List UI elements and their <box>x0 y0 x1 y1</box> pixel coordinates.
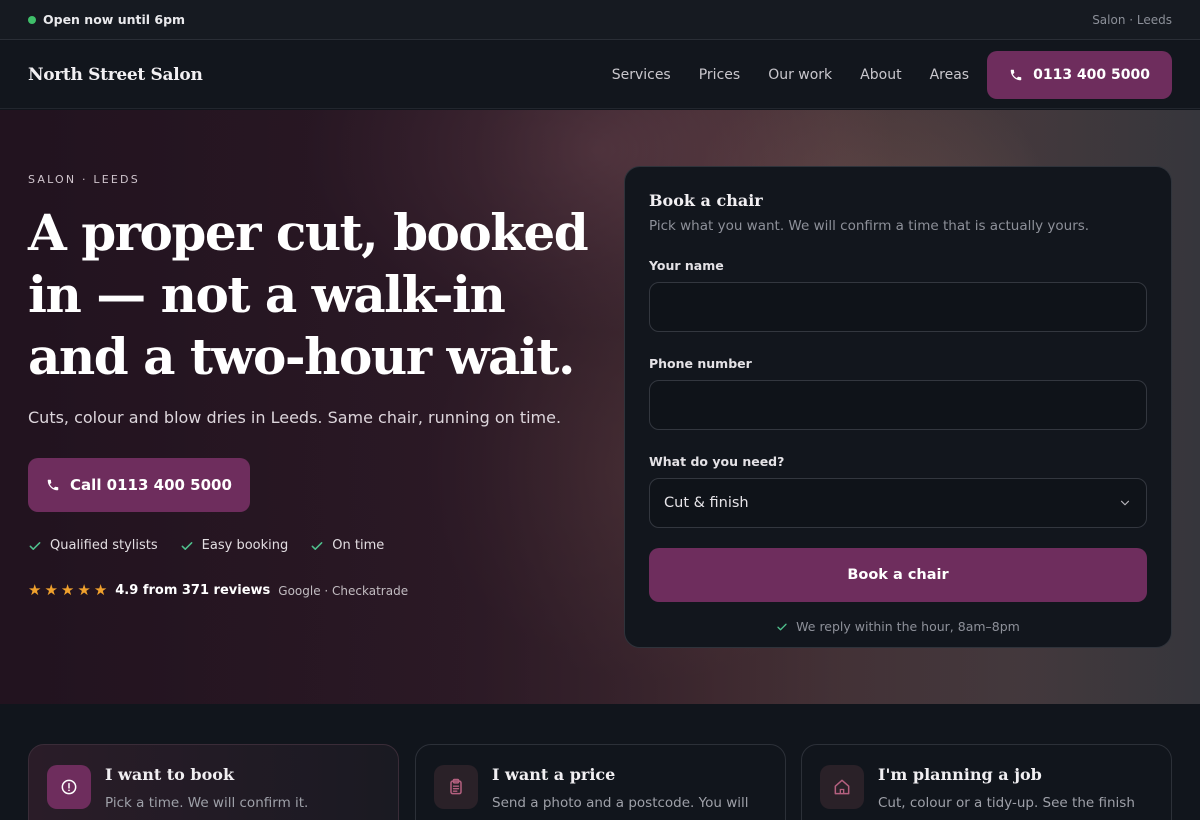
reviews-summary: ★ ★ ★ ★ ★ 4.9 from 371 reviews Google · … <box>28 583 409 599</box>
hero-call-label: Call 0113 400 5000 <box>70 476 232 494</box>
phone-icon <box>47 479 59 491</box>
check-icon <box>777 623 787 630</box>
phone-icon <box>1010 69 1022 80</box>
hero-call-button[interactable]: Call 0113 400 5000 <box>28 458 250 512</box>
card-title: I want a price <box>492 765 616 784</box>
hero-headline: A proper cut, booked in — not a walk-in … <box>28 203 589 386</box>
hero-eyebrow: SALON · LEEDS <box>28 173 140 186</box>
card-description: Pick a time. We will confirm it. <box>105 795 309 811</box>
check-label: On time <box>332 538 385 553</box>
star-icon: ★ <box>60 581 75 599</box>
star-icon: ★ <box>77 581 91 599</box>
card-want-price[interactable]: I want a price Send a photo and a postco… <box>415 744 786 820</box>
star-icon: ★ <box>44 581 58 599</box>
clipboard-icon <box>434 765 478 809</box>
card-planning-job[interactable]: I'm planning a job Cut, colour or a tidy… <box>801 744 1172 820</box>
service-select[interactable]: Cut & finish <box>649 478 1147 528</box>
chevron-down-icon <box>1120 500 1130 506</box>
form-subtitle: Pick what you want. We will confirm a ti… <box>649 218 1090 234</box>
check-icon <box>29 541 41 550</box>
book-chair-button[interactable]: Book a chair <box>649 548 1147 602</box>
phone-label: Phone number <box>649 356 752 371</box>
check-icon <box>181 541 193 550</box>
nav-link-prices[interactable]: Prices <box>699 67 740 83</box>
check-icon <box>311 541 323 550</box>
check-item: Qualified stylists <box>28 538 158 553</box>
open-status: Open now until 6pm <box>28 12 185 27</box>
top-status-bar: Open now until 6pm Salon · Leeds <box>0 0 1200 40</box>
check-item: On time <box>310 538 384 553</box>
main-navbar: North Street Salon Services Prices Our w… <box>0 41 1200 109</box>
service-select-value: Cut & finish <box>664 495 749 511</box>
intent-cards-section: I want to book Pick a time. We will conf… <box>0 704 1200 820</box>
open-status-text: Open now until 6pm <box>43 12 186 27</box>
trust-checks: Qualified stylists Easy booking On time <box>28 538 384 553</box>
home-icon <box>820 765 864 809</box>
name-label: Your name <box>649 258 724 273</box>
alert-circle-icon <box>47 765 91 809</box>
star-icon: ★ <box>93 581 108 599</box>
need-label: What do you need? <box>649 454 785 469</box>
reply-note: We reply within the hour, 8am–8pm <box>649 619 1147 634</box>
card-title: I'm planning a job <box>878 765 1042 784</box>
location-label: Salon · Leeds <box>1092 12 1172 27</box>
nav-menu: Services Prices Our work About Areas 011… <box>612 50 1172 99</box>
card-description: Send a photo and a postcode. You will <box>492 795 749 811</box>
nav-link-about[interactable]: About <box>860 67 901 83</box>
nav-link-our-work[interactable]: Our work <box>768 67 832 83</box>
status-dot-icon <box>28 15 36 24</box>
rating-text: 4.9 from 371 reviews <box>115 583 271 598</box>
phone-input[interactable] <box>649 380 1147 430</box>
nav-link-services[interactable]: Services <box>612 67 671 83</box>
rating-sources: Google · Checkatrade <box>278 583 409 598</box>
form-title: Book a chair <box>649 191 763 210</box>
reply-note-text: We reply within the hour, 8am–8pm <box>796 619 1020 634</box>
card-title: I want to book <box>105 765 235 784</box>
check-label: Qualified stylists <box>50 538 158 553</box>
brand-logo[interactable]: North Street Salon <box>28 65 203 85</box>
booking-form: Book a chair Pick what you want. We will… <box>624 166 1172 648</box>
hero-section: SALON · LEEDS A proper cut, booked in — … <box>0 110 1200 704</box>
card-want-to-book[interactable]: I want to book Pick a time. We will conf… <box>28 744 399 820</box>
star-rating: ★ ★ ★ ★ ★ <box>28 583 107 598</box>
nav-link-areas[interactable]: Areas <box>930 67 970 83</box>
check-item: Easy booking <box>180 538 289 553</box>
name-input[interactable] <box>649 282 1147 332</box>
card-description: Cut, colour or a tidy-up. See the finish <box>878 795 1135 811</box>
nav-call-button[interactable]: 0113 400 5000 <box>987 50 1172 99</box>
star-icon: ★ <box>28 581 42 599</box>
nav-call-label: 0113 400 5000 <box>1033 66 1150 83</box>
hero-subhead: Cuts, colour and blow dries in Leeds. Sa… <box>28 408 562 427</box>
check-label: Easy booking <box>201 538 289 553</box>
